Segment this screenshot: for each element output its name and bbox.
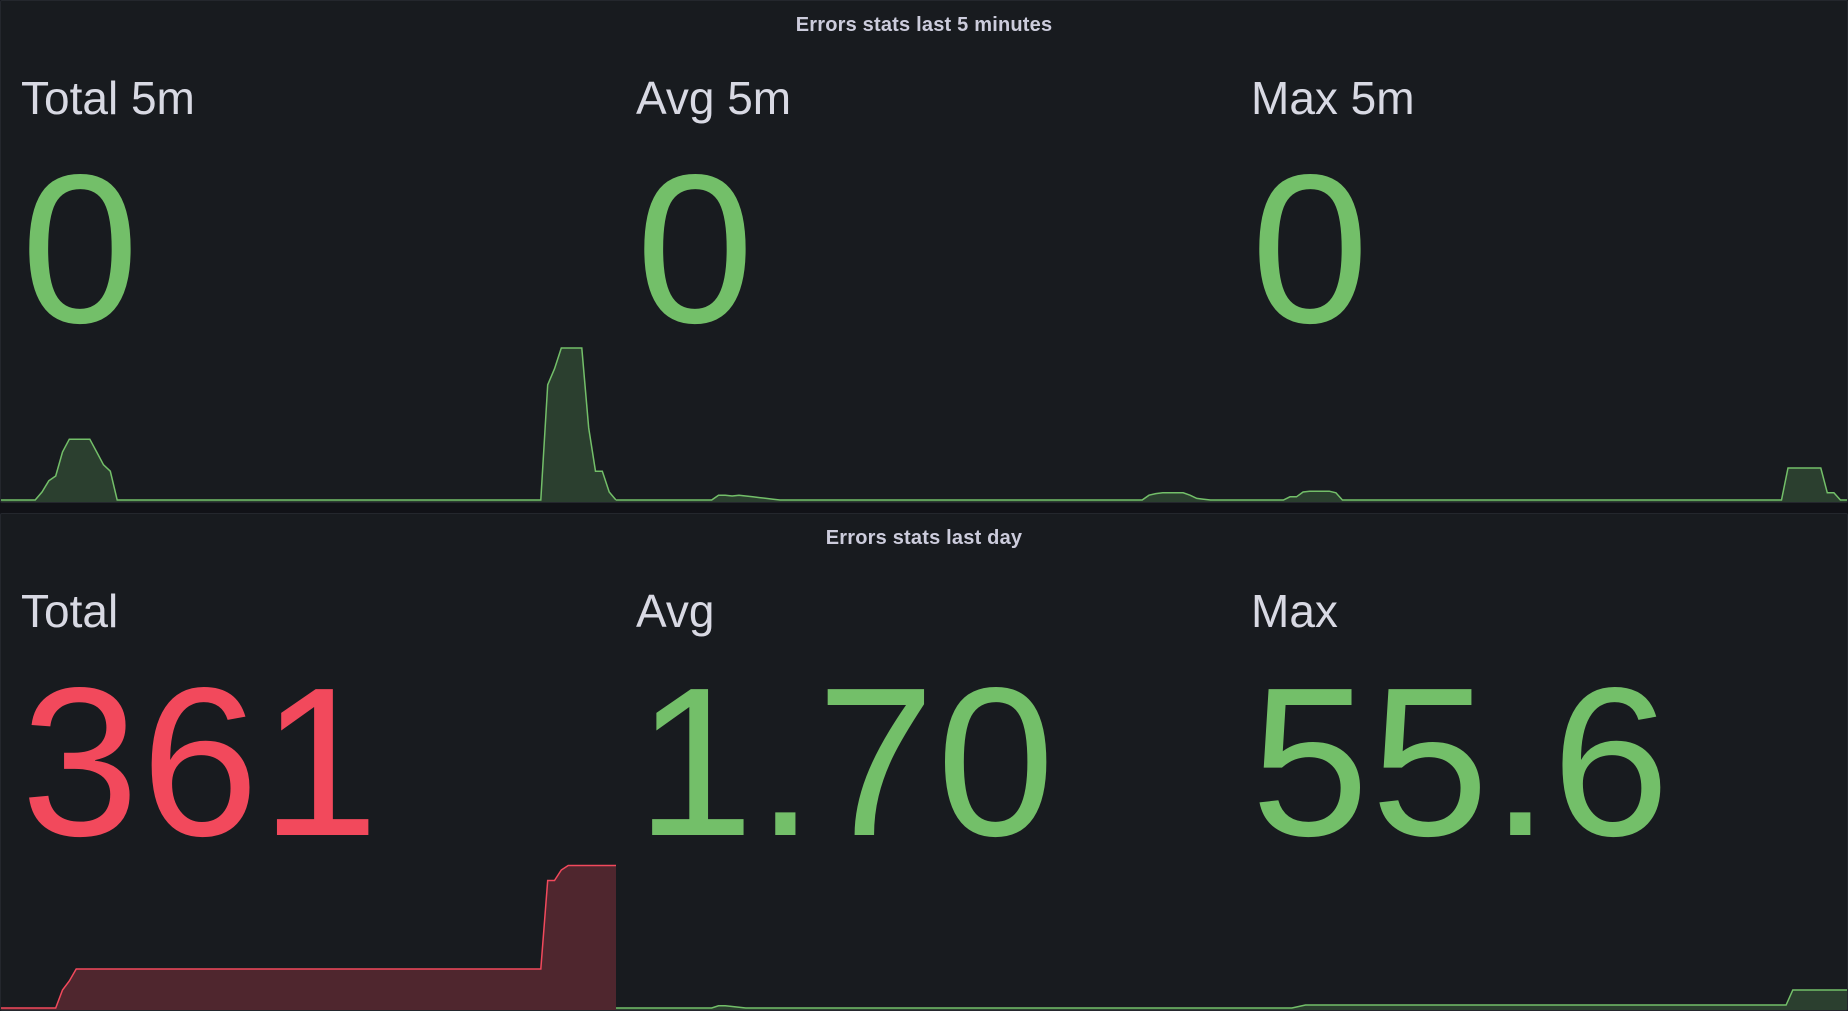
sparkline — [616, 1005, 1231, 1010]
stat-value: 0 — [636, 130, 756, 367]
stat-value: 1.70 — [636, 643, 1057, 880]
sparkline-area — [1, 865, 616, 1010]
sparkline — [1231, 467, 1847, 502]
stat-label: Max — [1251, 585, 1338, 637]
sparkline-line — [1231, 989, 1847, 1009]
stat-value: 55.6 — [1251, 643, 1672, 880]
stat-avg-day[interactable]: Avg 1.70 — [616, 514, 1231, 1010]
sparkline — [616, 492, 1231, 502]
sparkline — [1231, 989, 1847, 1010]
stat-label: Avg 5m — [636, 72, 792, 124]
stat-value: 0 — [21, 130, 141, 367]
stat-label: Total — [21, 585, 119, 637]
panel-errors-day[interactable]: Errors stats last day Total 361 Avg 1.70… — [0, 513, 1848, 1011]
stat-avg-5m[interactable]: Avg 5m 0 — [616, 1, 1231, 502]
stat-max-5m[interactable]: Max 5m 0 — [1231, 1, 1847, 502]
dashboard: Errors stats last 5 minutes Total 5m 0 A… — [0, 0, 1848, 1011]
stat-value: 0 — [1251, 130, 1371, 367]
stat-value: 361 — [21, 643, 381, 880]
panel-errors-5m[interactable]: Errors stats last 5 minutes Total 5m 0 A… — [0, 0, 1848, 503]
stat-label: Max 5m — [1251, 72, 1415, 124]
sparkline-area — [1, 348, 616, 502]
sparkline — [1, 864, 616, 1010]
stat-label: Total 5m — [21, 72, 195, 124]
stat-max-day[interactable]: Max 55.6 — [1231, 514, 1847, 1010]
sparkline-area — [1231, 468, 1847, 502]
stat-total-day[interactable]: Total 361 — [1, 514, 616, 1010]
stat-label: Avg — [636, 585, 715, 637]
sparkline — [1, 347, 616, 502]
sparkline-line — [616, 1005, 1231, 1009]
sparkline-area — [1231, 990, 1847, 1010]
sparkline-line — [616, 492, 1231, 501]
stat-total-5m[interactable]: Total 5m 0 — [1, 1, 616, 502]
